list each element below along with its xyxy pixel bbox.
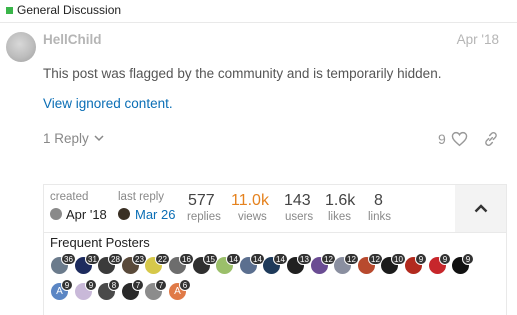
- stat-links-label: links: [368, 211, 392, 223]
- topic-stats: created Apr '18 last reply Mar 26 577 re…: [44, 185, 506, 233]
- hidden-post-message: This post was flagged by the community a…: [43, 66, 442, 81]
- stat-replies-label: replies: [187, 211, 221, 223]
- stat-users-label: users: [285, 211, 314, 223]
- post-username[interactable]: HellChild: [43, 32, 102, 47]
- avatar[interactable]: [6, 32, 36, 62]
- link-icon[interactable]: [483, 131, 499, 147]
- stat-users-value: 143: [284, 192, 311, 209]
- poster-post-count-badge: 9: [415, 253, 427, 265]
- category-badge[interactable]: General Discussion: [6, 3, 121, 17]
- poster-post-count-badge: 9: [85, 279, 97, 291]
- stat-likes-value: 1.6k: [325, 192, 356, 209]
- created-label: created: [50, 191, 89, 203]
- like-count[interactable]: 9: [438, 131, 446, 147]
- poster-post-count-badge: 9: [462, 253, 474, 265]
- stat-links-value: 8: [374, 192, 383, 209]
- replies-toggle-button[interactable]: 1 Reply: [43, 131, 104, 146]
- chevron-down-icon: [94, 135, 104, 142]
- created-date[interactable]: Apr '18: [66, 207, 107, 222]
- stat-views-label: views: [238, 211, 267, 223]
- poster-post-count-badge: 7: [155, 279, 167, 291]
- last-replier-avatar[interactable]: [118, 208, 130, 220]
- post-date[interactable]: Apr '18: [457, 32, 499, 47]
- stat-likes-label: likes: [328, 211, 352, 223]
- category-color-swatch: [6, 6, 13, 14]
- category-name: General Discussion: [17, 3, 122, 17]
- last-reply-date[interactable]: Mar 26: [135, 207, 175, 222]
- view-ignored-content-link[interactable]: View ignored content.: [43, 96, 173, 111]
- creator-avatar[interactable]: [50, 208, 62, 220]
- frequent-posters-title: Frequent Posters: [50, 235, 150, 250]
- heart-icon[interactable]: [451, 131, 468, 147]
- poster-post-count-badge: 7: [132, 279, 144, 291]
- divider: [0, 22, 517, 23]
- stat-replies-value: 577: [188, 192, 215, 209]
- last-reply-label: last reply: [118, 191, 165, 203]
- poster-post-count-badge: 9: [61, 279, 73, 291]
- poster-post-count-badge: 9: [439, 253, 451, 265]
- poster-post-count-badge: 6: [179, 279, 191, 291]
- poster-post-count-badge: 8: [108, 279, 120, 291]
- replies-label: 1 Reply: [43, 131, 89, 146]
- stat-views-value: 11.0k: [231, 192, 269, 209]
- topic-map: created Apr '18 last reply Mar 26 577 re…: [43, 184, 507, 315]
- collapse-summary-button[interactable]: [455, 185, 506, 232]
- chevron-up-icon: [474, 204, 487, 213]
